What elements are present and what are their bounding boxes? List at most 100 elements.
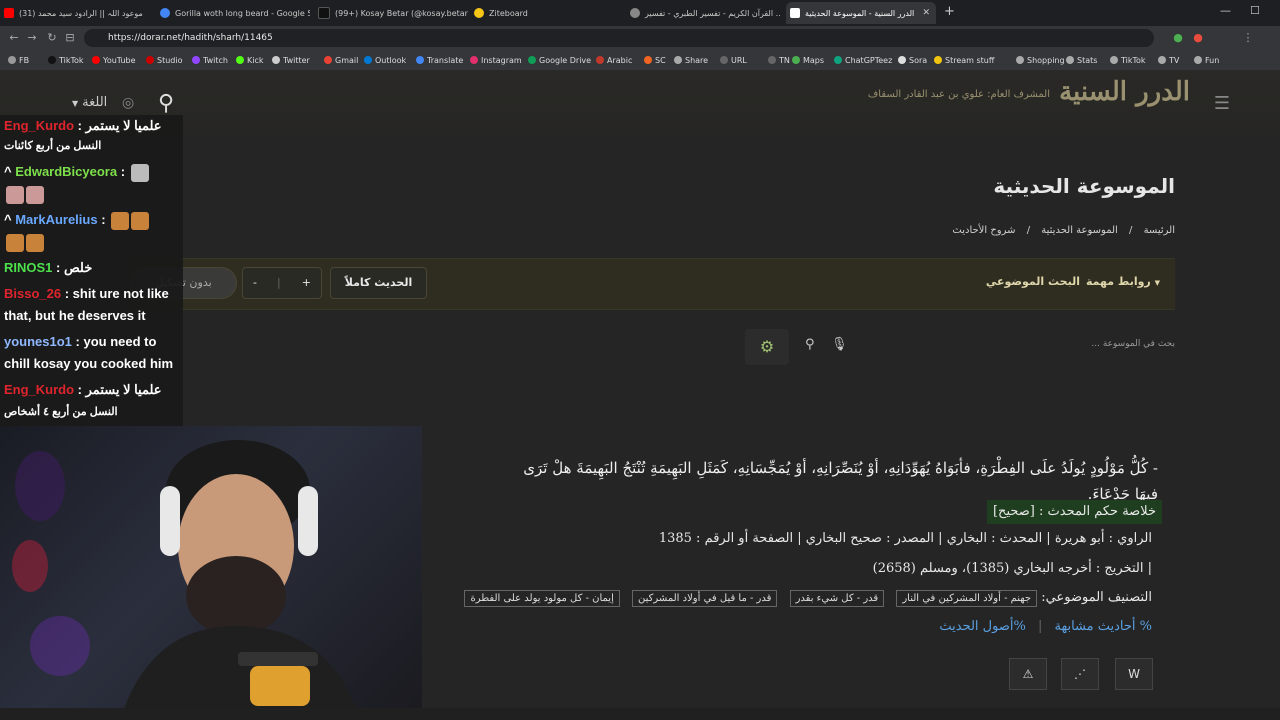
bookmark-icon — [146, 56, 154, 64]
bookmark-icon — [236, 56, 244, 64]
bookmark-item[interactable]: TV — [1158, 53, 1179, 67]
bookmark-item[interactable]: YouTube — [92, 53, 136, 67]
bookmark-item[interactable]: Twitch — [192, 53, 228, 67]
streamer-image — [12, 440, 360, 720]
bookmark-item[interactable]: ChatGPTeez — [834, 53, 892, 67]
similar-hadiths-link[interactable]: % أحاديث مشابهة — [1055, 619, 1153, 634]
extension-icon[interactable]: ● — [1190, 30, 1206, 46]
search-icon[interactable]: ⚲ — [805, 337, 815, 352]
browser-tab-active[interactable]: الدرر السنية - الموسوعة الحديثية ✕ — [786, 2, 936, 24]
bookmark-icon — [934, 56, 942, 64]
classification-line: التصنيف الموضوعي: جهنم - أولاد المشركين … — [456, 590, 1152, 607]
globe-icon[interactable]: ◎ — [122, 95, 134, 111]
bookmark-item[interactable]: TikTok — [1110, 53, 1146, 67]
bookmark-item[interactable]: Gmail — [324, 53, 358, 67]
url-bar[interactable]: https://dorar.net/hadith/sharh/11465 — [84, 29, 1154, 47]
bookmark-item[interactable]: Share — [674, 53, 708, 67]
search-icon[interactable]: ⚲ — [158, 91, 174, 116]
share-icon[interactable]: ⋰ — [1061, 658, 1099, 690]
extension-icon[interactable]: ● — [1170, 30, 1186, 46]
topic-tag[interactable]: جهنم - أولاد المشركين في النار — [896, 590, 1038, 607]
bookmark-item[interactable]: Stream stuff — [934, 53, 994, 67]
breadcrumb-home[interactable]: الرئيسة — [1144, 225, 1175, 236]
topic-tag[interactable]: قدر - ما قيل في أولاد المشركين — [632, 590, 778, 607]
wikipedia-icon[interactable]: W — [1115, 658, 1153, 690]
bookmark-item[interactable]: Instagram — [470, 53, 522, 67]
microphone-icon[interactable]: 🎙 — [831, 337, 848, 352]
bookmark-item[interactable]: Kick — [236, 53, 264, 67]
browser-tab[interactable]: القرآن الكريم - تفسير الطبري - تفسير ... — [630, 2, 780, 24]
forward-icon[interactable]: → — [24, 30, 40, 46]
bookmark-icon — [48, 56, 56, 64]
page-icon — [790, 8, 800, 18]
topic-tag[interactable]: إيمان - كل مولود يولد على الفطرة — [464, 590, 620, 607]
bookmark-item[interactable]: Twitter — [272, 53, 310, 67]
reload-icon[interactable]: ↻ — [44, 30, 60, 46]
classification-label: التصنيف الموضوعي: — [1041, 590, 1152, 605]
chat-emote-row — [4, 183, 44, 205]
topic-tag[interactable]: قدر - كل شيء بقدر — [789, 590, 885, 607]
bookmark-icon — [674, 56, 682, 64]
bookmark-item[interactable]: Maps — [792, 53, 824, 67]
bookmark-item[interactable]: Arabic — [596, 53, 632, 67]
globe-icon — [630, 8, 640, 18]
important-links-menu[interactable]: روابط مهمة ▼ — [1086, 275, 1160, 288]
browser-tab-bar: (31) موعود اللہ || الرادود سيد محمد Gori… — [0, 0, 1280, 26]
menu-icon[interactable]: ⋮ — [1240, 30, 1256, 46]
topic-search-link[interactable]: البحث الموضوعي — [986, 275, 1080, 288]
back-icon[interactable]: ← — [6, 30, 22, 46]
bookmark-item[interactable]: Stats — [1066, 53, 1097, 67]
bookmark-item[interactable]: FB — [8, 53, 29, 67]
bookmark-item[interactable]: Translate — [416, 53, 463, 67]
bookmark-item[interactable]: TikTok — [48, 53, 84, 67]
bookmark-item[interactable]: Studio — [146, 53, 182, 67]
bookmark-icon[interactable]: ⊟ — [62, 30, 78, 46]
bookmark-item[interactable]: URL — [720, 53, 747, 67]
close-tab-icon[interactable]: ✕ — [916, 8, 936, 18]
hadith-origins-link[interactable]: %أصول الحديث — [939, 619, 1025, 634]
font-plus-button[interactable]: + — [302, 268, 311, 298]
page-title: الموسوعة الحديثية — [993, 174, 1175, 198]
chevron-down-icon: ▼ — [72, 99, 79, 108]
browser-tab[interactable]: (99+) Kosay Betar (@kosay.betar) | Ti — [318, 2, 468, 24]
bookmark-icon — [272, 56, 280, 64]
minimize-icon[interactable]: — — [1220, 4, 1231, 17]
chat-message: younes1o1 : you need to — [4, 334, 157, 349]
bookmark-item[interactable]: Google Drive — [528, 53, 591, 67]
bookmark-icon — [8, 56, 16, 64]
bookmark-item[interactable]: Sora — [898, 53, 927, 67]
browser-tab[interactable]: (31) موعود اللہ || الرادود سيد محمد — [4, 2, 154, 24]
bookmark-item[interactable]: SC — [644, 53, 666, 67]
site-header: الدرر السنية المشرف العام: علوي بن عبد ا… — [0, 71, 1280, 136]
emote-icon — [6, 185, 24, 204]
webcam-feed — [0, 426, 422, 720]
browser-tab[interactable]: Gorilla woth long beard - Google Se... — [160, 2, 310, 24]
maximize-icon[interactable]: ☐ — [1250, 4, 1260, 17]
bookmark-icon — [898, 56, 906, 64]
language-menu[interactable]: ▼ اللغة — [72, 95, 107, 110]
chat-emote-row — [4, 231, 44, 253]
warning-icon[interactable]: ⚠ — [1009, 658, 1047, 690]
chat-username: MarkAurelius — [15, 212, 98, 227]
bottom-edge — [0, 708, 1280, 720]
chat-message: ^ MarkAurelius : — [4, 209, 150, 231]
site-logo[interactable]: الدرر السنية — [1059, 77, 1190, 107]
search-bar: ⚙ ⚲ 🎙 بحث في الموسوعة ... — [745, 329, 1175, 365]
bookmark-icon — [644, 56, 652, 64]
bookmark-item[interactable]: Outlook — [364, 53, 406, 67]
search-input[interactable]: بحث في الموسوعة ... — [1091, 339, 1175, 349]
bookmark-item[interactable]: Shopping — [1016, 53, 1065, 67]
new-tab-button[interactable]: + — [944, 4, 955, 19]
bookmark-item[interactable]: TN — [768, 53, 790, 67]
browser-tab[interactable]: Ziteboard — [474, 2, 624, 24]
hamburger-menu-icon[interactable]: ☰ — [1214, 93, 1230, 114]
chat-text: shit ure not like — [72, 286, 169, 301]
chat-username: Eng_Kurdo — [4, 118, 75, 133]
breadcrumb-encyclopedia[interactable]: الموسوعة الحديثية — [1041, 225, 1118, 236]
gear-icon[interactable]: ⚙ — [745, 329, 789, 365]
full-hadith-button[interactable]: الحديث كاملاً — [330, 267, 427, 299]
font-minus-button[interactable]: - — [253, 268, 257, 298]
stream-chat-overlay: Eng_Kurdo : علميا لا يستمر النسل من أربع… — [0, 115, 183, 427]
bookmark-item[interactable]: Fun — [1194, 53, 1219, 67]
bookmark-icon — [768, 56, 776, 64]
